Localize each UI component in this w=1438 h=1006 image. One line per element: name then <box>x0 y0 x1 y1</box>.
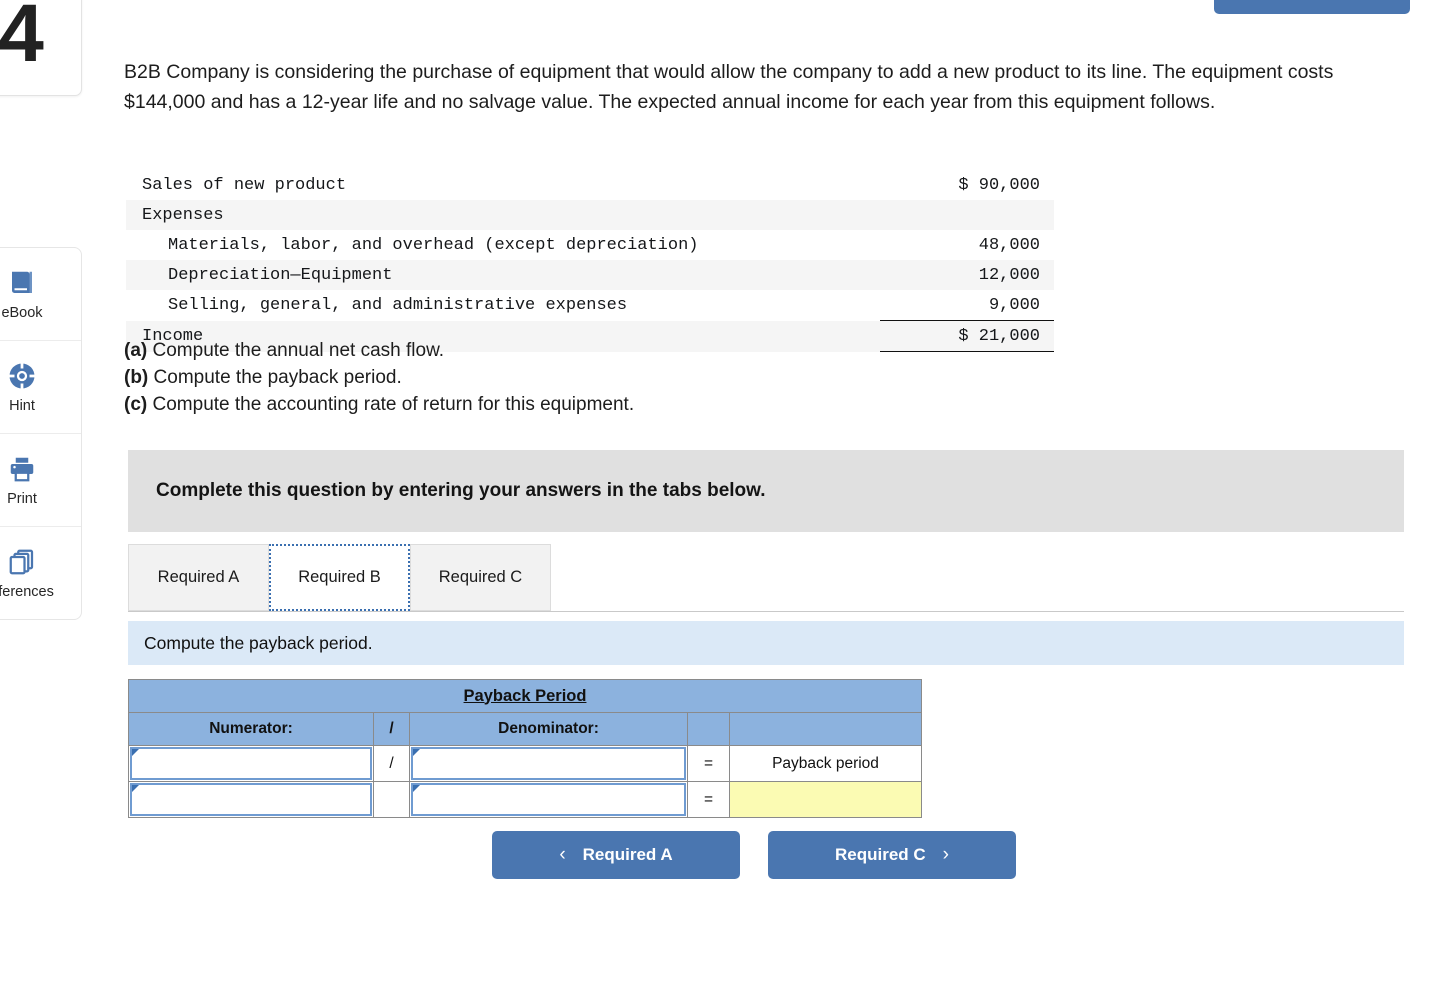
requirement-marker: (a) <box>124 340 148 361</box>
sidebar-item-hint[interactable]: Hint <box>0 341 81 434</box>
payback-result-input[interactable] <box>729 781 922 818</box>
required-c-nav-button[interactable]: Required C › <box>768 831 1016 879</box>
requirement-item: (a) Compute the annual net cash flow. <box>124 338 1024 365</box>
income-statement-row: Expenses <box>126 200 1054 230</box>
income-row-amount: 48,000 <box>978 235 1040 255</box>
payback-input-row: = <box>128 781 922 818</box>
income-row-label: Sales of new product <box>142 175 347 195</box>
payback-column-header <box>729 712 922 746</box>
denominator-cell[interactable] <box>409 781 688 818</box>
denominator-input[interactable] <box>411 783 686 816</box>
income-row-label: Expenses <box>142 205 224 225</box>
requirement-item: (c) Compute the accounting rate of retur… <box>124 392 1024 419</box>
payback-result-label: Payback period <box>729 745 922 782</box>
question-number-card: 4 <box>0 0 82 96</box>
sidebar-item-ebook[interactable]: eBook <box>0 248 81 341</box>
income-statement-row: Depreciation—Equipment 12,000 <box>126 260 1054 290</box>
payback-period-table: Payback Period Numerator: / Denominator: / = P… <box>128 679 922 818</box>
payback-column-header: / <box>373 712 410 746</box>
numerator-cell[interactable] <box>128 745 374 782</box>
tabs-container: Required A Required B Required C <box>128 544 1404 612</box>
sidebar-item-label: eferences <box>0 583 54 600</box>
income-statement-table: Sales of new product $ 90,000 Expenses Mate… <box>126 170 1054 352</box>
tab-label: Required C <box>438 568 523 586</box>
income-statement-row: Materials, labor, and overhead (except d… <box>126 230 1054 260</box>
payback-header-row: Numerator: / Denominator: <box>128 712 922 746</box>
instruction-banner: Complete this question by entering your … <box>128 450 1404 532</box>
divide-operator-cell: / <box>373 745 410 782</box>
tab-bar: Required A Required B Required C <box>128 544 1404 612</box>
payback-column-header: Numerator: <box>128 712 374 746</box>
main-content: B2B Company is considering the purchase … <box>82 0 1438 1006</box>
question-number: 4 <box>0 0 44 79</box>
payback-column-header: Denominator: <box>409 712 688 746</box>
requirement-text: Compute the payback period. <box>148 366 402 388</box>
divide-operator-cell <box>373 781 410 818</box>
equals-operator-cell: = <box>687 781 730 818</box>
requirement-text: Compute the accounting rate of return fo… <box>147 393 635 415</box>
income-statement-row: Sales of new product $ 90,000 <box>126 170 1054 200</box>
sidebar-item-label: Print <box>7 490 37 507</box>
income-row-amount: 9,000 <box>988 295 1040 315</box>
problem-statement: B2B Company is considering the purchase … <box>124 61 1334 113</box>
requirement-text: Compute the annual net cash flow. <box>147 340 445 361</box>
chevron-left-icon: ‹ <box>559 844 566 865</box>
payback-column-header <box>687 712 730 746</box>
income-row-label: Selling, general, and administrative exp… <box>168 295 628 315</box>
book-icon <box>7 268 37 298</box>
numerator-input[interactable] <box>130 783 372 816</box>
requirement-marker: (c) <box>124 393 148 415</box>
sidebar-item-label: eBook <box>1 304 43 321</box>
income-row-amount <box>880 200 1054 230</box>
sidebar-item-label: Hint <box>9 397 35 414</box>
denominator-input[interactable] <box>411 747 686 780</box>
sidebar-item-references[interactable]: eferences <box>0 527 81 619</box>
left-sidebar: 4 ts eBook Hint <box>0 0 82 1006</box>
tab-required-a[interactable]: Required A <box>128 544 269 611</box>
requirement-marker: (b) <box>124 366 149 388</box>
top-action-button[interactable] <box>1214 0 1410 14</box>
instruction-banner-text: Complete this question by entering your … <box>156 480 766 501</box>
required-a-nav-label: Required A <box>582 845 673 864</box>
tool-stack: eBook Hint Print erences <box>0 247 82 620</box>
payback-title-row: Payback Period <box>128 679 922 713</box>
payback-table-body: Payback Period Numerator: / Denominator: / = P… <box>128 679 922 818</box>
income-row-amount: $ 90,000 <box>958 175 1040 195</box>
life-preserver-icon <box>7 361 37 391</box>
sub-instruction-banner: Compute the payback period. <box>128 621 1404 665</box>
sidebar-item-print[interactable]: Print <box>0 434 81 527</box>
requirement-item: (b) Compute the payback period. <box>124 365 1024 392</box>
requirements-list: (a) Compute the annual net cash flow. (b)… <box>124 338 1024 419</box>
denominator-cell[interactable] <box>409 745 688 782</box>
tab-label: Required A <box>157 568 240 586</box>
tab-required-c[interactable]: Required C <box>410 544 551 611</box>
numerator-input[interactable] <box>130 747 372 780</box>
equals-operator-cell: = <box>687 745 730 782</box>
required-c-nav-label: Required C <box>834 845 926 864</box>
tab-label: Required B <box>298 568 381 586</box>
sub-instruction-text: Compute the payback period. <box>144 632 373 653</box>
income-row-amount: 12,000 <box>978 265 1040 285</box>
payback-table-title: Payback Period <box>128 679 922 713</box>
income-statement-row: Selling, general, and administrative exp… <box>126 290 1054 321</box>
numerator-cell[interactable] <box>128 781 374 818</box>
tab-required-b[interactable]: Required B <box>269 544 410 611</box>
income-statement-body: Sales of new product $ 90,000 Expenses Mate… <box>126 170 1054 352</box>
income-row-label: Materials, labor, and overhead (except d… <box>168 235 699 255</box>
chevron-right-icon: › <box>942 844 949 865</box>
payback-input-row: / = Payback period <box>128 745 922 782</box>
required-a-nav-button[interactable]: ‹ Required A <box>492 831 740 879</box>
tab-underline <box>128 611 1404 612</box>
income-row-label: Depreciation—Equipment <box>168 265 393 285</box>
printer-icon <box>7 454 37 484</box>
references-pages-icon <box>7 547 37 577</box>
